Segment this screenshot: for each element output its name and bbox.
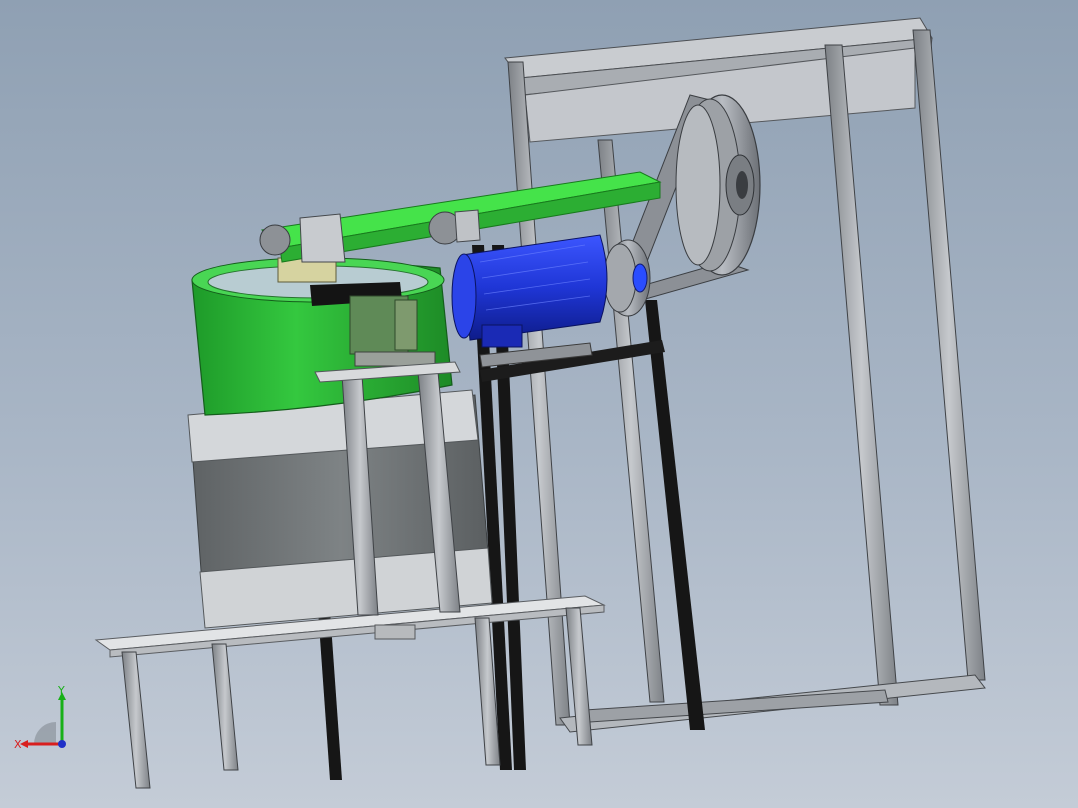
triad-plane [34,722,56,744]
y-axis-label: Y [57,684,65,697]
x-axis-label: X [14,738,22,751]
z-axis-dot [58,740,66,748]
cad-viewport[interactable]: Y X [0,0,1078,808]
assembly-model[interactable] [0,0,1078,808]
orientation-triad: Y X [14,684,66,751]
vibratory-bowl-feeder[interactable] [187,257,493,629]
